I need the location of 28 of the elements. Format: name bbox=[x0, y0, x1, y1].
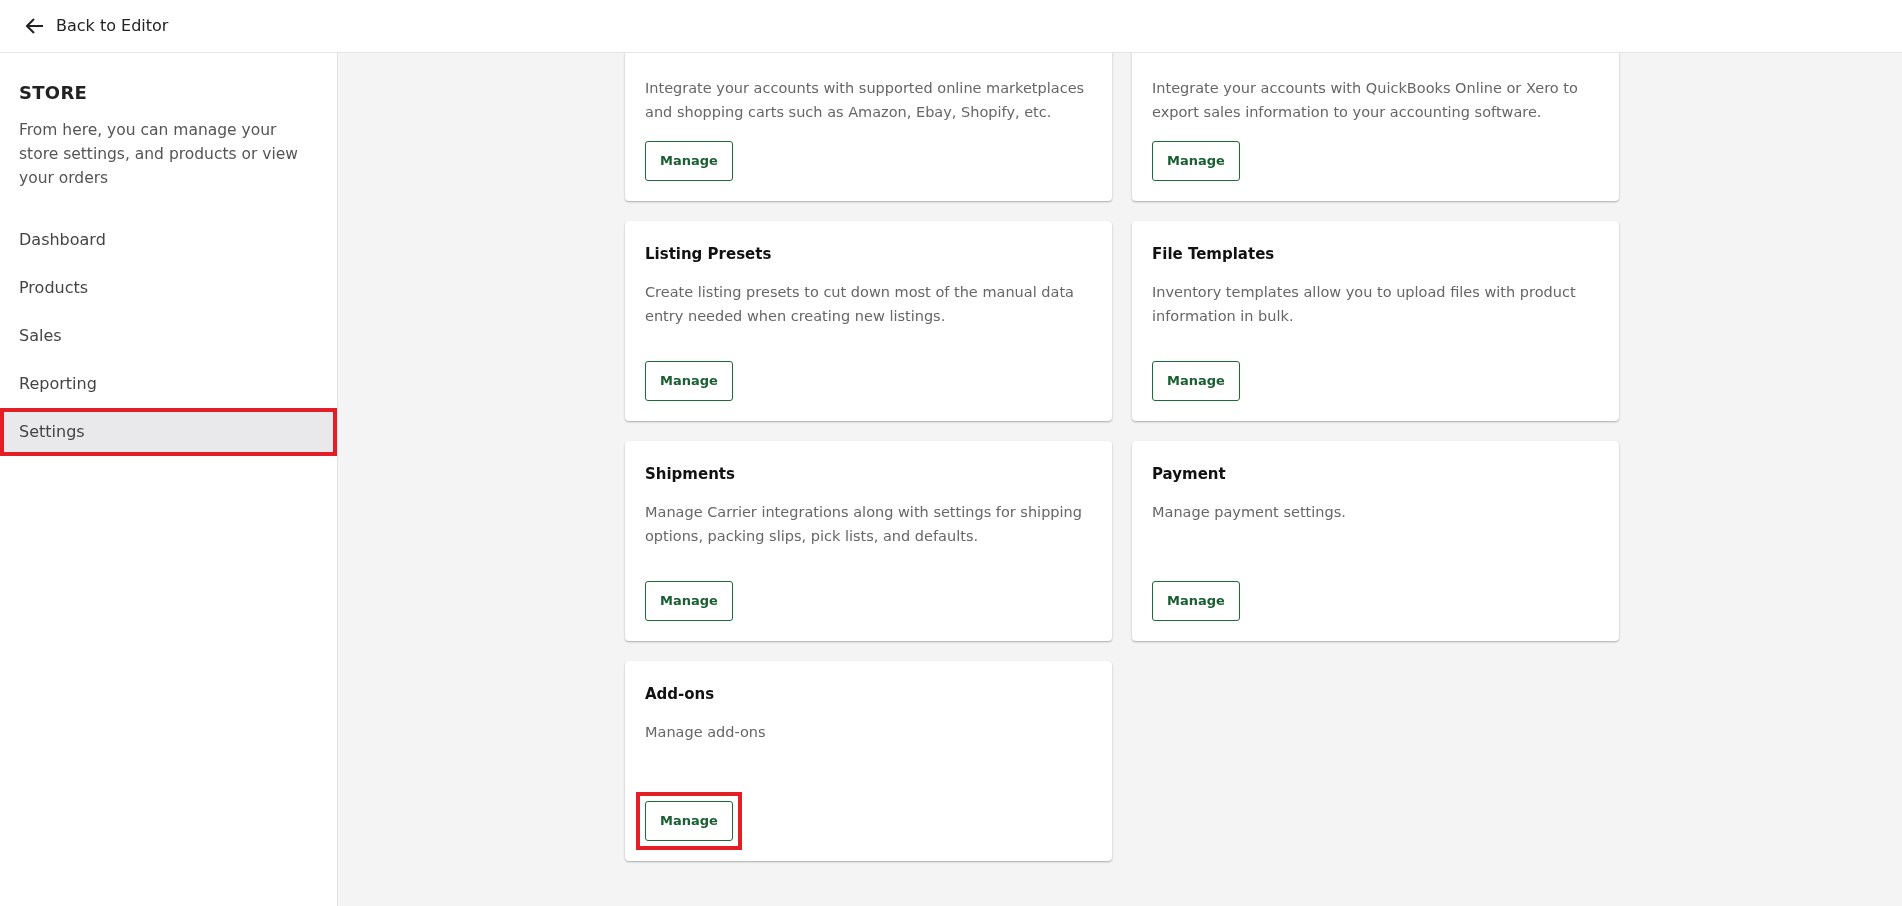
sidebar-description: From here, you can manage your store settings, and products or view your orders bbox=[19, 120, 299, 189]
manage-button[interactable]: Manage bbox=[645, 801, 733, 841]
card-title: Listing Presets bbox=[645, 244, 773, 265]
card-title: File Templates bbox=[1152, 244, 1276, 265]
card-description: Manage Carrier integrations along with settings for shipping options, packing slips, pick lists, and defaults. bbox=[645, 502, 1083, 546]
sidebar-title: STORE bbox=[19, 81, 89, 105]
card-description: Manage add-ons bbox=[645, 722, 767, 742]
sidebar-item[interactable]: Sales bbox=[0, 312, 337, 360]
card-title: Shipments bbox=[645, 464, 736, 485]
sidebar-item[interactable]: Settings bbox=[0, 408, 337, 456]
card-description: Inventory templates allow you to upload files with product information in bulk. bbox=[1152, 282, 1577, 326]
card-title: Add-ons bbox=[645, 684, 716, 705]
sidebar-item[interactable]: Products bbox=[0, 264, 337, 312]
back-link[interactable]: Back to Editor bbox=[26, 14, 169, 38]
card-description: Integrate your accounts with supported online marketplaces and shopping carts such as Amazon, Ebay, Shopify, etc. bbox=[645, 79, 1086, 122]
manage-button[interactable]: Manage bbox=[1152, 141, 1240, 181]
sidebar-item[interactable]: Dashboard bbox=[0, 216, 337, 264]
card-title: Payment bbox=[1152, 464, 1227, 485]
manage-button[interactable]: Manage bbox=[1152, 361, 1240, 401]
manage-button[interactable]: Manage bbox=[1152, 581, 1240, 621]
manage-button[interactable]: Manage bbox=[645, 141, 733, 181]
card-description: Integrate your accounts with QuickBooks Online or Xero to export sales information to your accounting software. bbox=[1152, 79, 1579, 122]
manage-button[interactable]: Manage bbox=[645, 581, 733, 621]
sidebar-item[interactable]: Reporting bbox=[0, 360, 337, 408]
card-description: Create listing presets to cut down most of the manual data entry needed when creating new listings. bbox=[645, 282, 1075, 326]
card-description: Manage payment settings. bbox=[1152, 502, 1347, 522]
manage-button[interactable]: Manage bbox=[645, 361, 733, 401]
back-arrow-icon bbox=[26, 18, 44, 34]
